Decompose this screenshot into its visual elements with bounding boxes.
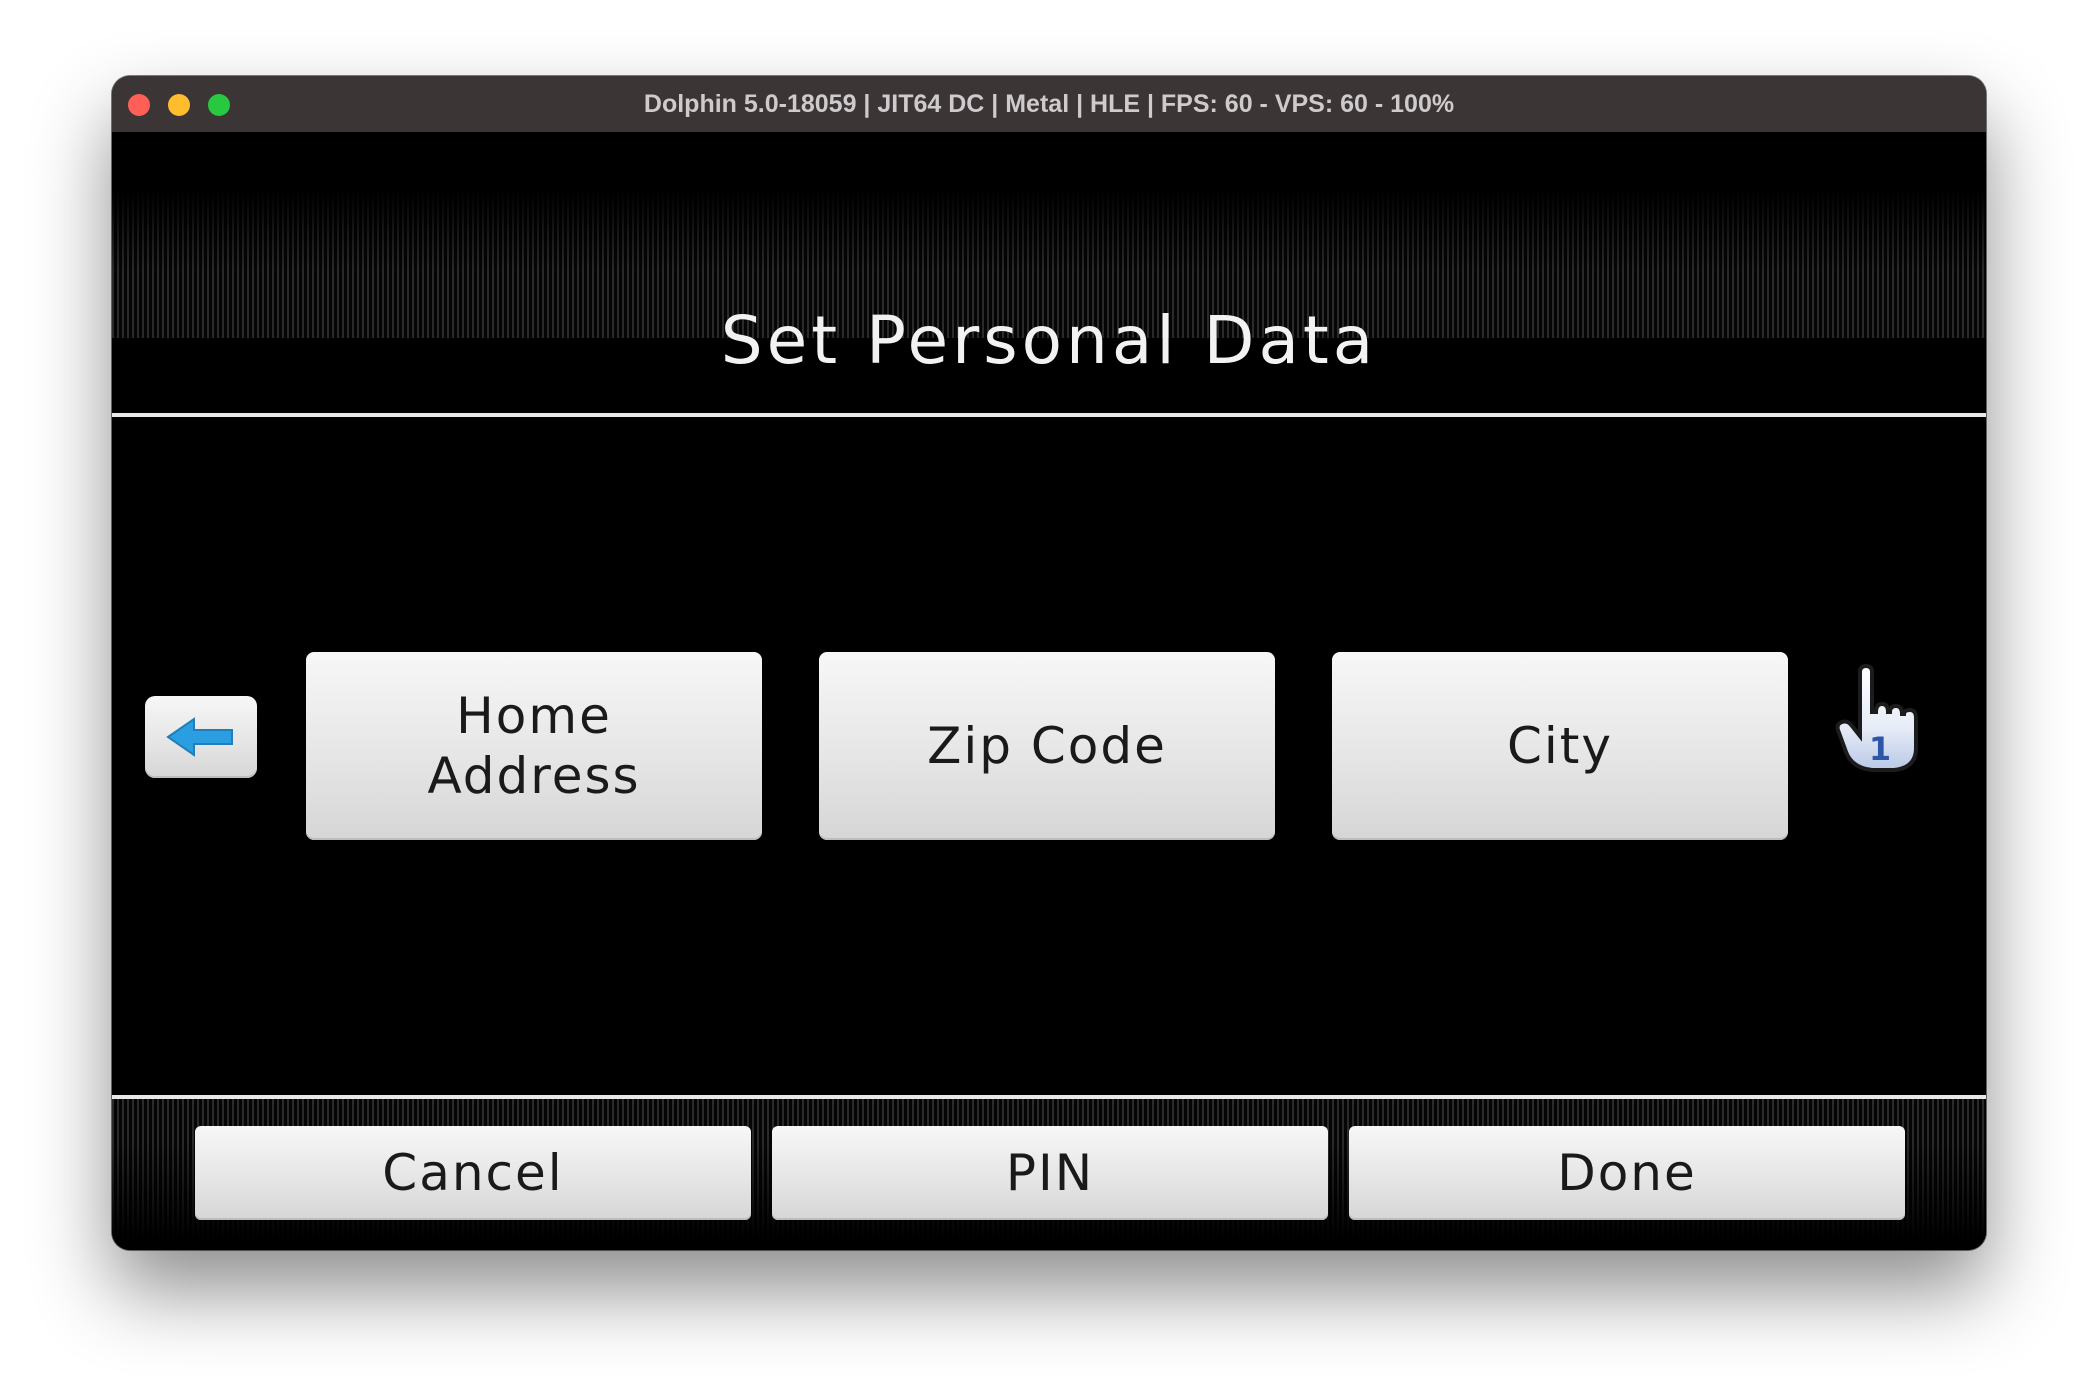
done-label: Done xyxy=(1557,1144,1697,1202)
pin-button[interactable]: PIN xyxy=(772,1126,1328,1220)
home-address-label: Home Address xyxy=(427,687,641,805)
header-divider xyxy=(112,413,1986,417)
hand-pointer-icon: 1 xyxy=(1835,664,1918,772)
screen-title: Set Personal Data xyxy=(720,302,1378,379)
player-number: 1 xyxy=(1869,730,1891,768)
left-arrow-icon xyxy=(166,717,233,757)
pin-label: PIN xyxy=(1005,1144,1095,1202)
cancel-label: Cancel xyxy=(382,1144,564,1202)
zip-code-label: Zip Code xyxy=(927,717,1167,775)
home-address-button[interactable]: Home Address xyxy=(306,652,762,840)
zip-code-button[interactable]: Zip Code xyxy=(819,652,1275,840)
window-title: Dolphin 5.0-18059 | JIT64 DC | Metal | H… xyxy=(643,90,1455,118)
game-screen: Set Personal Data Home Address Zip Code … xyxy=(112,132,1986,1250)
city-label: City xyxy=(1507,717,1613,775)
done-button[interactable]: Done xyxy=(1349,1126,1905,1220)
cancel-button[interactable]: Cancel xyxy=(195,1126,751,1220)
city-button[interactable]: City xyxy=(1332,652,1788,840)
dolphin-window: Dolphin 5.0-18059 | JIT64 DC | Metal | H… xyxy=(112,76,1986,1250)
back-button[interactable] xyxy=(145,696,257,778)
title-bar[interactable]: Dolphin 5.0-18059 | JIT64 DC | Metal | H… xyxy=(112,76,1986,133)
